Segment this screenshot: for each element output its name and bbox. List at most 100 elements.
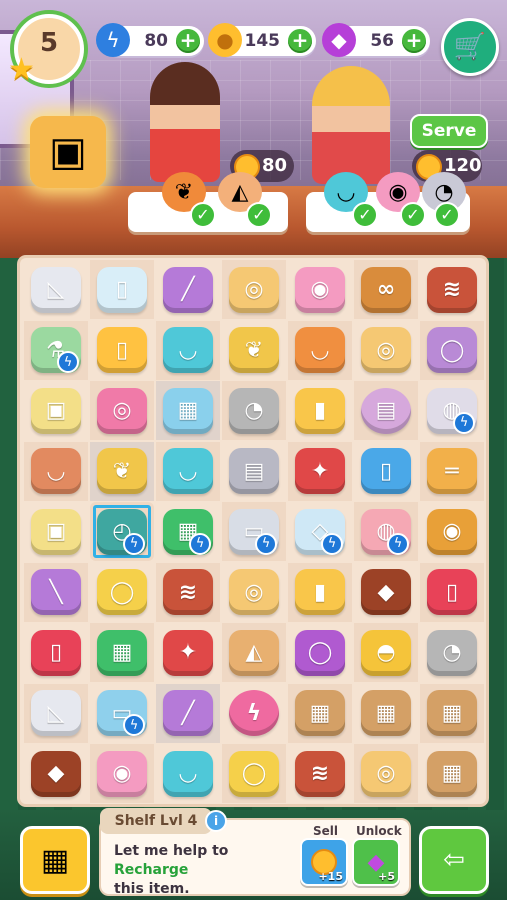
- board-cell[interactable]: ◎: [90, 381, 154, 440]
- pie-icon[interactable]: ◉: [427, 508, 477, 555]
- board-cell[interactable]: ◡: [24, 441, 88, 501]
- board-cell[interactable]: ◓: [354, 623, 418, 682]
- oven-icon[interactable]: ▦ ϟ: [163, 508, 213, 555]
- board-cell[interactable]: ϟ: [222, 684, 286, 743]
- toaster-icon[interactable]: ▭ ϟ: [229, 508, 279, 555]
- board-cell[interactable]: ▯: [354, 442, 418, 501]
- board-cell[interactable]: ▮: [288, 381, 352, 440]
- mixing-bowl-icon[interactable]: ◡: [163, 448, 213, 494]
- unlock-button[interactable]: ◆ +5: [352, 838, 400, 886]
- board-cell[interactable]: ╲: [24, 562, 88, 622]
- grater-icon[interactable]: ▤: [361, 387, 411, 434]
- board-cell[interactable]: ✦: [156, 623, 220, 682]
- saucepan-icon[interactable]: ◯: [295, 629, 345, 676]
- board-cell[interactable]: ◇ ϟ: [288, 502, 352, 561]
- shopping-cart-icon[interactable]: 🛒: [441, 18, 499, 76]
- plate-icon[interactable]: ◯: [97, 569, 147, 615]
- juice-pitcher-icon[interactable]: ▯: [31, 629, 81, 676]
- board-cell[interactable]: ▭ ϟ: [90, 684, 154, 743]
- gem-counter[interactable]: ◆ 56 +: [322, 23, 430, 57]
- board-cell[interactable]: ◍ ϟ: [420, 381, 484, 440]
- board-cell[interactable]: ✦: [288, 441, 352, 501]
- order-card-2[interactable]: ◡ ✓ ◉ ✓ ◔ ✓: [306, 172, 470, 232]
- board-cell[interactable]: ╱: [156, 683, 220, 743]
- saucepan-icon[interactable]: ◯: [427, 327, 477, 373]
- board-cell[interactable]: ◴ ϟ: [90, 502, 154, 561]
- gem-plus-button[interactable]: +: [402, 29, 426, 53]
- flour-jar-icon[interactable]: ▣: [31, 387, 81, 434]
- bread-roll-icon[interactable]: ◎: [361, 327, 411, 373]
- beer-mug-icon[interactable]: ▮: [295, 569, 345, 615]
- board-cell[interactable]: ▤: [354, 381, 418, 440]
- board-cell[interactable]: ◯: [420, 320, 484, 380]
- board-cell[interactable]: ◡: [156, 744, 220, 803]
- board-cell[interactable]: ◔: [420, 623, 484, 682]
- board-cell[interactable]: ▯: [420, 562, 484, 622]
- cardboard-box-stack-icon[interactable]: ▦: [427, 690, 477, 736]
- hand-mixer-icon[interactable]: ✦: [295, 448, 345, 494]
- energy-bubble-icon[interactable]: ϟ: [229, 690, 279, 736]
- energy-counter[interactable]: ϟ 80 +: [96, 23, 204, 57]
- bacon-icon[interactable]: ≋: [427, 266, 477, 313]
- oven-icon[interactable]: ▦: [97, 629, 147, 676]
- steak-icon[interactable]: ◆: [361, 569, 411, 615]
- cardboard-box-icon[interactable]: ▦: [427, 750, 477, 797]
- bread-roll-icon[interactable]: ◎: [229, 569, 279, 615]
- toaster-icon[interactable]: ▭ ϟ: [97, 690, 147, 736]
- info-icon[interactable]: i: [205, 810, 227, 832]
- board-cell[interactable]: ▦ ϟ: [156, 502, 220, 561]
- exit-door-button[interactable]: ⇦: [419, 826, 489, 894]
- board-cell[interactable]: ▯: [24, 623, 88, 682]
- bread-roll-icon[interactable]: ◎: [229, 266, 279, 313]
- board-cell[interactable]: ◆: [354, 563, 418, 622]
- bacon-icon[interactable]: ≋: [295, 750, 345, 797]
- timer-icon[interactable]: ◴ ϟ: [97, 508, 147, 555]
- board-cell[interactable]: ≋: [420, 260, 484, 319]
- board-cell[interactable]: ◎: [222, 563, 286, 622]
- mixing-bowl-icon[interactable]: ◡: [163, 327, 213, 373]
- beer-mug-icon[interactable]: ▮: [295, 387, 345, 434]
- board-cell[interactable]: ▯: [90, 321, 154, 380]
- board-cell[interactable]: ◔: [222, 381, 286, 440]
- spoon-icon[interactable]: ◔: [229, 387, 279, 434]
- wheat-icon[interactable]: ❦: [97, 448, 147, 494]
- board-cell[interactable]: ◯: [288, 623, 352, 682]
- knife-icon[interactable]: ╱: [163, 690, 213, 736]
- cloche-plate-icon[interactable]: ◓: [361, 629, 411, 676]
- board-cell[interactable]: ▦: [156, 381, 220, 440]
- board-cell[interactable]: ◉: [420, 502, 484, 561]
- cardboard-box-icon[interactable]: ▦: [361, 690, 411, 736]
- board-cell[interactable]: ≋: [288, 744, 352, 803]
- board-cell[interactable]: ▦: [420, 744, 484, 803]
- soup-bowl-icon[interactable]: ◡: [295, 327, 345, 373]
- board-cell[interactable]: ▮: [288, 562, 352, 622]
- board-cell[interactable]: ◯: [90, 563, 154, 622]
- board-cell[interactable]: ◎: [222, 260, 286, 319]
- board-cell[interactable]: ◡: [156, 441, 220, 501]
- board-cell[interactable]: ▯: [90, 260, 154, 319]
- donut-icon[interactable]: ◎: [97, 387, 147, 434]
- chef-brunette[interactable]: [150, 62, 220, 182]
- juice-pitcher-icon[interactable]: ▯: [427, 569, 477, 615]
- grater-icon[interactable]: ▤: [229, 448, 279, 494]
- board-cell[interactable]: ≋: [156, 562, 220, 622]
- milk-carton-icon[interactable]: ▯: [361, 448, 411, 494]
- ice-bucket-icon[interactable]: ▦: [163, 387, 213, 434]
- board-cell[interactable]: ∞: [354, 260, 418, 319]
- board-cell[interactable]: ◭: [222, 623, 286, 682]
- storage-box-button[interactable]: ▦: [20, 826, 90, 894]
- coin-plus-button[interactable]: +: [288, 29, 312, 53]
- steak-icon[interactable]: ◆: [31, 750, 81, 797]
- napkin-icon[interactable]: ◺: [31, 690, 81, 736]
- piggy-bank-icon[interactable]: ◍ ϟ: [361, 508, 411, 555]
- board-cell[interactable]: ▣: [24, 381, 88, 440]
- orange-juice-icon[interactable]: ▯: [97, 327, 147, 373]
- bacon-icon[interactable]: ≋: [163, 569, 213, 615]
- board-cell[interactable]: ◎: [354, 744, 418, 803]
- wheat-icon[interactable]: ❦: [229, 327, 279, 373]
- hand-mixer-icon[interactable]: ✦: [163, 629, 213, 676]
- energy-plus-button[interactable]: +: [176, 29, 200, 53]
- treasure-chest-icon[interactable]: ▣: [30, 116, 106, 188]
- potion-bottle-icon[interactable]: ⚗ ϟ: [31, 327, 81, 373]
- pretzel-icon[interactable]: ∞: [361, 266, 411, 313]
